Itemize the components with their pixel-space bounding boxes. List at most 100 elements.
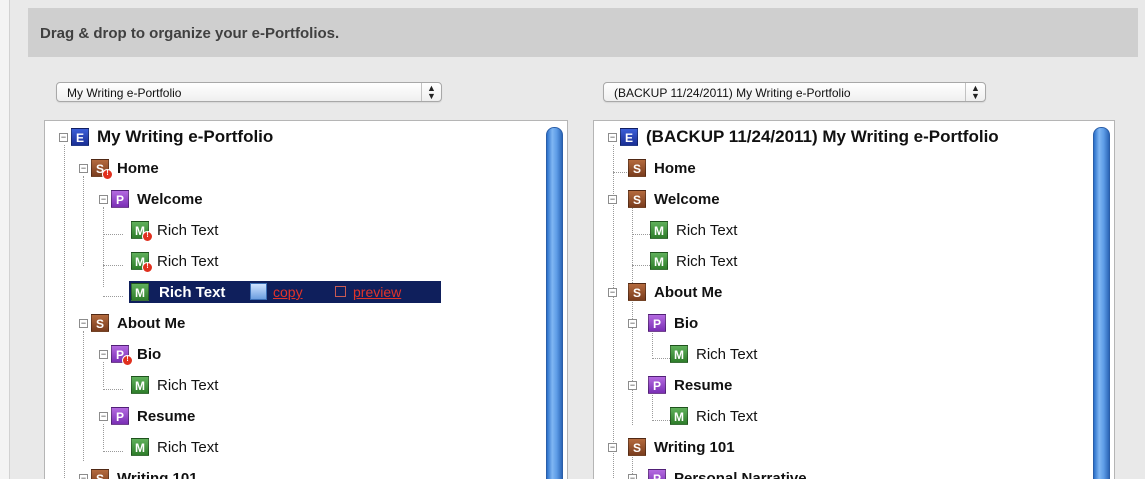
right-scrollbar[interactable] [1092,121,1114,479]
eportfolio-badge-icon: E [71,128,89,146]
tree-node-section[interactable]: − S About Me [45,312,545,336]
tree-node-label: Home [654,160,696,177]
tree-node-section[interactable]: S Home [594,157,1094,181]
tree-node-label: Rich Text [159,284,226,301]
warning-icon: ! [142,262,153,273]
module-badge-icon: M [131,438,149,456]
tree-node-label: Writing 101 [117,470,198,479]
tree-node-section[interactable]: − S Welcome [594,188,1094,212]
tree-node-module[interactable]: M! Rich Text [45,219,545,243]
tree-node-label: Resume [137,408,196,425]
page-badge-icon: P [648,314,666,332]
tree-node-label: Bio [674,315,699,332]
section-badge-icon: S [628,190,646,208]
tree-node-module[interactable]: M Rich Text [45,436,545,460]
tree-node-label: Rich Text [157,439,219,456]
collapse-toggle[interactable]: − [99,350,108,359]
warning-icon: ! [122,355,133,366]
left-scrollbar[interactable] [545,121,567,479]
eportfolio-badge-icon: E [620,128,638,146]
tree-node-label: Personal Narrative [674,470,807,479]
tree-node-page[interactable]: − P Resume [594,374,1094,398]
tree-node-page[interactable]: − P Resume [45,405,545,429]
left-portfolio-select[interactable]: My Writing e-Portfolio ▲ ▼ [56,82,442,102]
select-arrows-icon: ▲ ▼ [965,83,985,101]
copy-icon[interactable] [250,283,267,300]
tree-node-module[interactable]: M Rich Text [45,374,545,398]
header-bar: Drag & drop to organize your e-Portfolio… [28,8,1138,57]
tree-node-module[interactable]: M! Rich Text [45,250,545,274]
page-badge-icon: P [648,376,666,394]
tree-node-page[interactable]: − P Personal Narrative [594,467,1094,479]
right-portfolio-select[interactable]: (BACKUP 11/24/2011) My Writing e-Portfol… [603,82,986,102]
collapse-toggle[interactable]: − [628,381,637,390]
right-scroll-thumb[interactable] [1093,127,1110,479]
collapse-toggle[interactable]: − [99,195,108,204]
tree-node-section[interactable]: − S Writing 101 [45,467,545,479]
collapse-toggle[interactable]: − [99,412,108,421]
tree-node-module[interactable]: M Rich Text [594,405,1094,429]
preview-link[interactable]: preview [353,284,401,300]
tree-node-portfolio[interactable]: − E My Writing e-Portfolio [45,126,545,150]
section-badge-icon: S [628,159,646,177]
tree-node-label: Rich Text [676,222,738,239]
copy-link[interactable]: copy [273,284,303,300]
tree-node-label: About Me [654,284,723,301]
tree-node-module-selected[interactable]: M Rich Text copy preview [45,281,545,305]
collapse-toggle[interactable]: − [608,288,617,297]
tree-node-module[interactable]: M Rich Text [594,250,1094,274]
tree-node-label: Rich Text [157,222,219,239]
tree-node-label: Welcome [654,191,720,208]
tree-node-label: My Writing e-Portfolio [97,127,274,146]
collapse-toggle[interactable]: − [628,319,637,328]
left-tree-panel[interactable]: − E My Writing e-Portfolio − S! Home − P… [44,120,568,479]
right-tree-panel[interactable]: − E (BACKUP 11/24/2011) My Writing e-Por… [593,120,1115,479]
module-badge-icon: M [670,407,688,425]
module-badge-icon: M [131,376,149,394]
tree-node-section[interactable]: − S! Home [45,157,545,181]
tree-node-label: Rich Text [157,377,219,394]
module-badge-icon: M! [131,252,153,273]
tree-node-label: Rich Text [157,253,219,270]
tree-node-module[interactable]: M Rich Text [594,343,1094,367]
module-badge-icon: M! [131,221,153,242]
tree-node-label: Rich Text [676,253,738,270]
page-badge-icon: P! [111,345,133,366]
section-badge-icon: S [91,314,109,332]
left-rail [0,0,10,479]
collapse-toggle[interactable]: − [79,164,88,173]
warning-icon: ! [142,231,153,242]
tree-node-section[interactable]: − S Writing 101 [594,436,1094,460]
page-badge-icon: P [648,469,666,479]
section-badge-icon: S [91,469,109,479]
tree-node-label: Home [117,160,159,177]
module-badge-icon: M [650,221,668,239]
collapse-toggle[interactable]: − [79,319,88,328]
page-title: Drag & drop to organize your e-Portfolio… [40,25,340,42]
tree-node-label: Rich Text [696,346,758,363]
tree-node-label: Welcome [137,191,203,208]
collapse-toggle[interactable]: − [608,443,617,452]
tree-node-label: Writing 101 [654,439,735,456]
collapse-toggle[interactable]: − [608,195,617,204]
tree-node-portfolio[interactable]: − E (BACKUP 11/24/2011) My Writing e-Por… [594,126,1094,150]
tree-node-label: (BACKUP 11/24/2011) My Writing e-Portfol… [646,127,999,146]
collapse-toggle[interactable]: − [608,133,617,142]
left-scroll-thumb[interactable] [546,127,563,479]
collapse-toggle[interactable]: − [59,133,68,142]
module-badge-icon: M [670,345,688,363]
collapse-toggle[interactable]: − [628,474,637,479]
tree-node-module[interactable]: M Rich Text [594,219,1094,243]
select-arrows-icon: ▲ ▼ [421,83,441,101]
module-badge-icon: M [131,283,149,301]
warning-icon: ! [102,169,113,180]
tree-node-page[interactable]: − P Welcome [45,188,545,212]
tree-node-section[interactable]: − S About Me [594,281,1094,305]
module-badge-icon: M [650,252,668,270]
tree-node-page[interactable]: − P Bio [594,312,1094,336]
section-badge-icon: S [628,438,646,456]
tree-node-page[interactable]: − P! Bio [45,343,545,367]
collapse-toggle[interactable]: − [79,474,88,479]
external-link-icon[interactable] [335,286,346,297]
tree-node-label: Rich Text [696,408,758,425]
